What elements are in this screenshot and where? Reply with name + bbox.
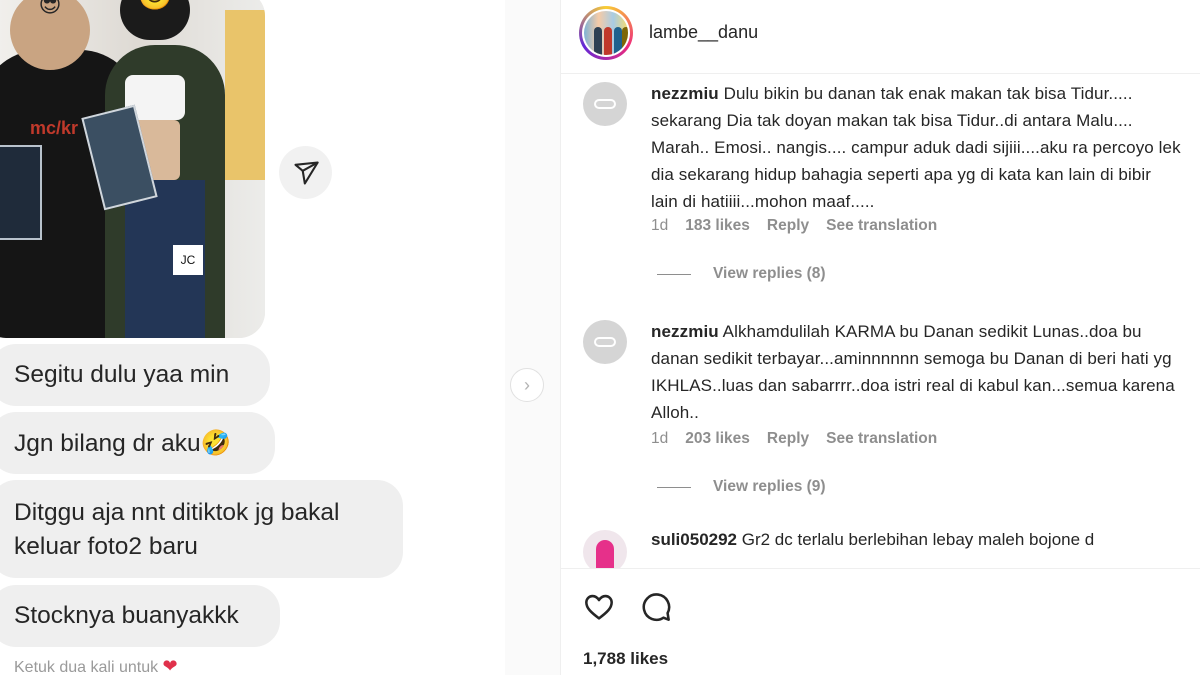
comment-likes[interactable]: 183 likes [685, 217, 750, 235]
reply-button[interactable]: Reply [767, 430, 809, 448]
see-translation-button[interactable]: See translation [826, 217, 937, 235]
chat-message: Ditggu aja nnt ditiktok jg bakal keluar … [0, 480, 403, 578]
view-replies-button[interactable]: View replies (9) [657, 478, 826, 496]
comment-username[interactable]: nezzmiu [651, 84, 719, 103]
comment-time: 1d [651, 430, 669, 447]
avatar[interactable] [583, 320, 627, 364]
reply-button[interactable]: Reply [767, 217, 809, 235]
post-likes-count[interactable]: 1,788 likes [583, 649, 668, 669]
send-icon [293, 160, 319, 185]
comment-meta: 1d 203 likes Reply See translation [651, 430, 937, 448]
carousel-gutter [505, 0, 560, 675]
post-panel: lambe__danu nezzmiu Dulu bikin bu danan … [560, 0, 1200, 675]
comment-likes[interactable]: 203 likes [685, 430, 750, 448]
comment-text: nezzmiu Dulu bikin bu danan tak enak mak… [651, 84, 1181, 211]
heart-emoji-icon: ❤ [162, 656, 178, 675]
comment-time: 1d [651, 217, 669, 234]
comment-text: nezzmiu Alkhamdulilah KARMA bu Danan sed… [651, 322, 1175, 422]
chat-message: Segitu dulu yaa min [0, 344, 270, 406]
view-replies-button[interactable]: View replies (8) [657, 265, 826, 283]
post-actions: 1,788 likes [561, 568, 1200, 675]
comment-meta: 1d 183 likes Reply See translation [651, 217, 937, 235]
chat-photo[interactable]: 😎 mc/kr 🙂 JC [0, 0, 265, 338]
double-tap-hint: Ketuk dua kali untuk ❤ [14, 656, 178, 675]
avatar[interactable] [583, 82, 627, 126]
face-emoji-icon: 🙂 [130, 0, 180, 10]
comment-username[interactable]: nezzmiu [651, 322, 719, 341]
comment-text: suli050292 Gr2 dc terlalu berlebihan leb… [651, 530, 1095, 549]
chat-screenshot: 😎 mc/kr 🙂 JC Segitu dulu yaa min Jgn bil… [0, 0, 505, 675]
post-username[interactable]: lambe__danu [649, 22, 758, 43]
comment-icon[interactable] [640, 591, 672, 623]
see-translation-button[interactable]: See translation [826, 430, 937, 448]
post-header: lambe__danu [561, 0, 1200, 74]
chevron-right-icon: › [524, 374, 530, 395]
chat-message: Jgn bilang dr aku🤣 [0, 412, 275, 474]
chat-message: Stocknya buanyakkk [0, 585, 280, 647]
share-button[interactable] [279, 146, 332, 199]
comment-username[interactable]: suli050292 [651, 530, 737, 549]
sunglasses-emoji-icon: 😎 [38, 0, 62, 17]
profile-avatar[interactable] [579, 6, 633, 60]
heart-icon[interactable] [583, 591, 615, 623]
next-slide-button[interactable]: › [510, 368, 544, 402]
